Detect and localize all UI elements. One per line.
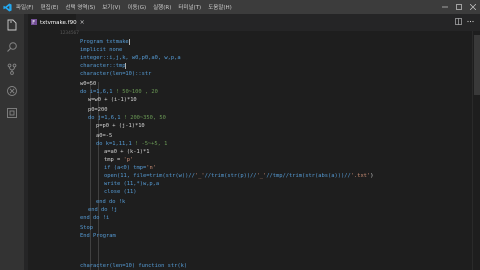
scrollbar-thumb[interactable] xyxy=(474,35,480,95)
code-line-19: close (11) xyxy=(104,188,136,196)
code-line-18: write (11,*)w,p,a xyxy=(104,180,159,188)
code-line-5: character(len=10)::str xyxy=(80,70,151,78)
code-line-4: character::tmp xyxy=(80,62,127,70)
code-line-6: w0=50 xyxy=(80,80,96,88)
code-line-2: implicit none xyxy=(80,46,122,54)
code-token: character(len=10)::str xyxy=(80,71,152,77)
editor-actions xyxy=(455,18,474,27)
code-line-22: end do !i xyxy=(80,214,109,222)
menu-run[interactable]: 실행(R) xyxy=(153,3,171,11)
code-line-15: tmp = 'p' xyxy=(104,156,133,164)
source-control-icon[interactable] xyxy=(4,61,20,77)
code-line-1: Program txtmake xyxy=(80,38,130,46)
code-token: open(11, file=trim(str(w))// xyxy=(104,173,195,179)
close-window-icon[interactable] xyxy=(466,0,480,14)
code-line-23: Stop xyxy=(80,224,93,232)
code-token: integer::i,j,k, w0,p0,a0, w,p,a xyxy=(80,55,181,61)
code-line-12: a0=-5 xyxy=(96,132,112,140)
svg-text:F: F xyxy=(32,20,35,25)
code-string: '_' xyxy=(256,173,267,179)
code-token: p0=200 xyxy=(88,107,108,113)
menu-bar: 파일(F) 편집(E) 선택 영역(S) 보기(V) 이동(G) 실행(R) 터… xyxy=(16,3,232,11)
more-actions-icon[interactable] xyxy=(467,18,474,27)
code-token: //tmp//trim(str(abs(a)))// xyxy=(266,173,351,179)
code-token: implicit none xyxy=(80,47,123,53)
code-token: end do !k xyxy=(96,199,126,205)
menu-view[interactable]: 보기(V) xyxy=(102,3,120,11)
code-string: 'p' xyxy=(123,157,134,163)
fortran-file-icon: F xyxy=(31,18,37,27)
code-token: p=p0 + (j-1)*10 xyxy=(96,123,145,129)
explorer-icon[interactable] xyxy=(4,17,20,33)
menu-go[interactable]: 이동(G) xyxy=(127,3,146,11)
menu-edit[interactable]: 편집(E) xyxy=(41,3,59,11)
menu-terminal[interactable]: 터미널(T) xyxy=(178,3,201,11)
code-line-14: a=a0 + (k-1)*1 xyxy=(104,148,149,156)
code-line-11: p=p0 + (j-1)*10 xyxy=(96,122,145,130)
column-ruler: 1234567 xyxy=(60,31,79,36)
code-string: 'n' xyxy=(146,165,156,171)
code-token: a=a0 + (k-1)*1 xyxy=(104,149,150,155)
code-comment: ! -5~+5, 1 xyxy=(134,141,168,147)
menu-selection[interactable]: 선택 영역(S) xyxy=(65,3,95,11)
code-line-13: do k=1,11,1 ! -5~+5, 1 xyxy=(96,140,167,148)
text-cursor xyxy=(128,38,130,45)
code-token: //trim(str(p))// xyxy=(204,173,257,179)
code-line-9: p0=200 xyxy=(88,106,107,114)
window-controls xyxy=(438,0,480,14)
tab-txtvmake[interactable]: F txtvmake.f90 × xyxy=(28,14,85,31)
code-token: Program txtmake xyxy=(80,39,129,45)
minimize-icon[interactable] xyxy=(438,0,452,14)
code-string: '.txt' xyxy=(350,173,371,179)
code-token: tmp = xyxy=(104,157,124,163)
tab-label: txtvmake.f90 xyxy=(40,19,77,26)
code-line-26: character(len=10) function str(k) xyxy=(80,262,187,270)
vscode-logo-icon xyxy=(0,0,14,14)
code-token: end do !i xyxy=(80,215,110,221)
code-line-3: integer::i,j,k, w0,p0,a0, w,p,a xyxy=(80,54,181,62)
code-token: End Program xyxy=(80,233,116,239)
code-token: Stop xyxy=(80,225,93,231)
close-tab-icon[interactable]: × xyxy=(80,19,85,26)
code-line-7: do i=1,6,1 ! 50~100 , 20 xyxy=(80,88,158,96)
code-token: do i=1,6,1 xyxy=(80,89,116,95)
code-line-10: do j=1,6,1 ! 200~350, 50 xyxy=(88,114,166,122)
code-comment: ! 200~350, 50 xyxy=(123,115,166,121)
code-token: if (a<0) tmp= xyxy=(104,165,147,171)
search-icon[interactable] xyxy=(4,39,20,55)
code-token: close (11) xyxy=(104,189,137,195)
code-line-8: w=w0 + (i-1)*10 xyxy=(88,96,137,104)
extensions-icon[interactable] xyxy=(4,105,20,121)
code-line-20: end do !k xyxy=(96,198,125,206)
vertical-scrollbar[interactable] xyxy=(472,31,480,270)
code-token: character(len=10) function str(k) xyxy=(80,263,188,269)
split-editor-icon[interactable] xyxy=(455,18,462,27)
code-token: character::tmp xyxy=(80,63,126,69)
menu-file[interactable]: 파일(F) xyxy=(16,3,34,11)
run-debug-icon[interactable] xyxy=(4,83,20,99)
code-comment: ! 50~100 , 20 xyxy=(115,89,158,95)
editor-tab-bar: F txtvmake.f90 × xyxy=(28,14,480,31)
code-editor[interactable]: Program txtmake implicit none integer::i… xyxy=(28,38,472,270)
code-token: write (11,*)w,p,a xyxy=(104,181,160,187)
code-token: w=w0 + (i-1)*10 xyxy=(88,97,137,103)
code-string: '_' xyxy=(194,173,205,179)
code-line-16: if (a<0) tmp='n' xyxy=(104,164,156,172)
code-token: a0=-5 xyxy=(96,133,113,139)
code-line-17: open(11, file=trim(str(w))//'_'//trim(st… xyxy=(104,172,373,180)
code-token: do k=1,11,1 xyxy=(96,141,135,147)
title-bar: 파일(F) 편집(E) 선택 영역(S) 보기(V) 이동(G) 실행(R) 터… xyxy=(0,0,480,14)
code-line-21: end do !j xyxy=(88,206,117,214)
text-cursor xyxy=(125,62,127,69)
code-line-24: End Program xyxy=(80,232,116,240)
code-token: w0=50 xyxy=(80,81,97,87)
menu-help[interactable]: 도움말(H) xyxy=(208,3,232,11)
code-token: end do !j xyxy=(88,207,118,213)
activity-bar xyxy=(0,14,24,270)
code-token: ) xyxy=(370,173,374,179)
maximize-icon[interactable] xyxy=(452,0,466,14)
vscode-window: 파일(F) 편집(E) 선택 영역(S) 보기(V) 이동(G) 실행(R) 터… xyxy=(0,0,480,270)
code-token: do j=1,6,1 xyxy=(88,115,124,121)
